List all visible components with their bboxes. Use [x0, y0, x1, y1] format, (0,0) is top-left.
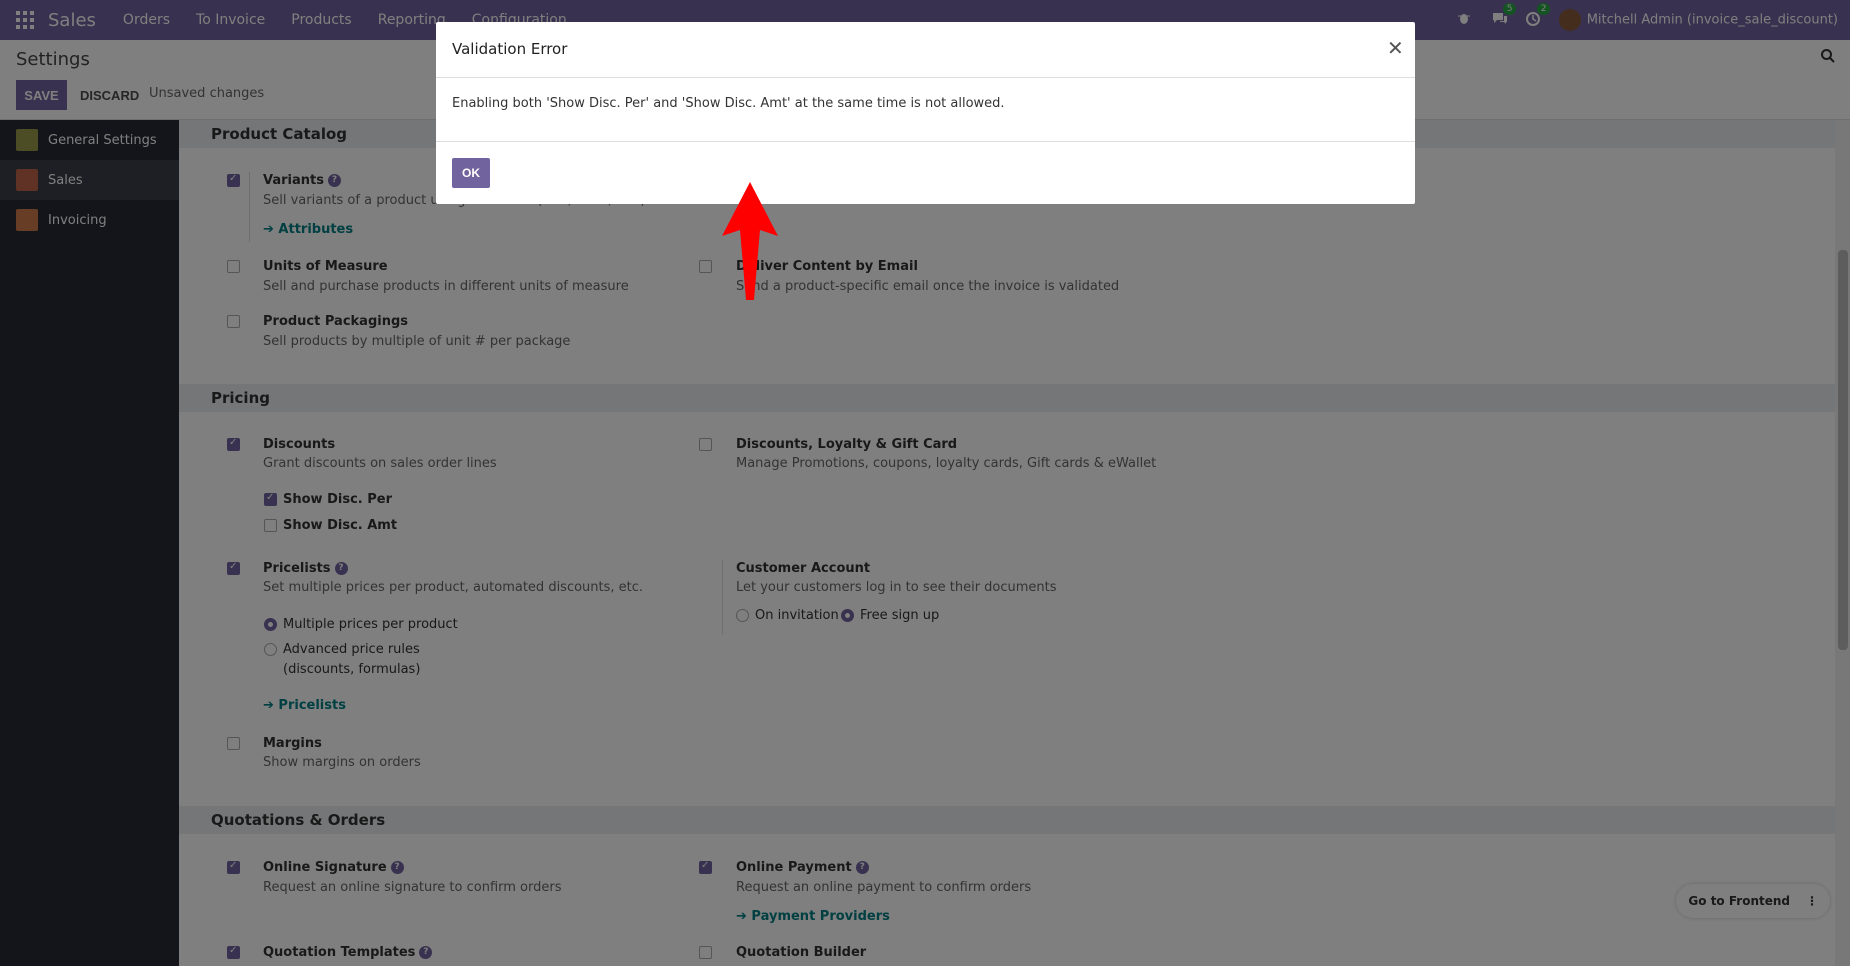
dialog-message: Enabling both 'Show Disc. Per' and 'Show…: [452, 96, 1005, 111]
ok-button[interactable]: OK: [452, 158, 490, 188]
dialog-title: Validation Error: [452, 40, 568, 58]
dialog-body: Enabling both 'Show Disc. Per' and 'Show…: [436, 78, 1415, 142]
validation-error-dialog: Validation Error ✕ Enabling both 'Show D…: [436, 22, 1415, 204]
close-icon[interactable]: ✕: [1381, 38, 1404, 59]
dialog-header: Validation Error ✕: [436, 22, 1415, 78]
red-arrow-annotation: [722, 182, 778, 300]
